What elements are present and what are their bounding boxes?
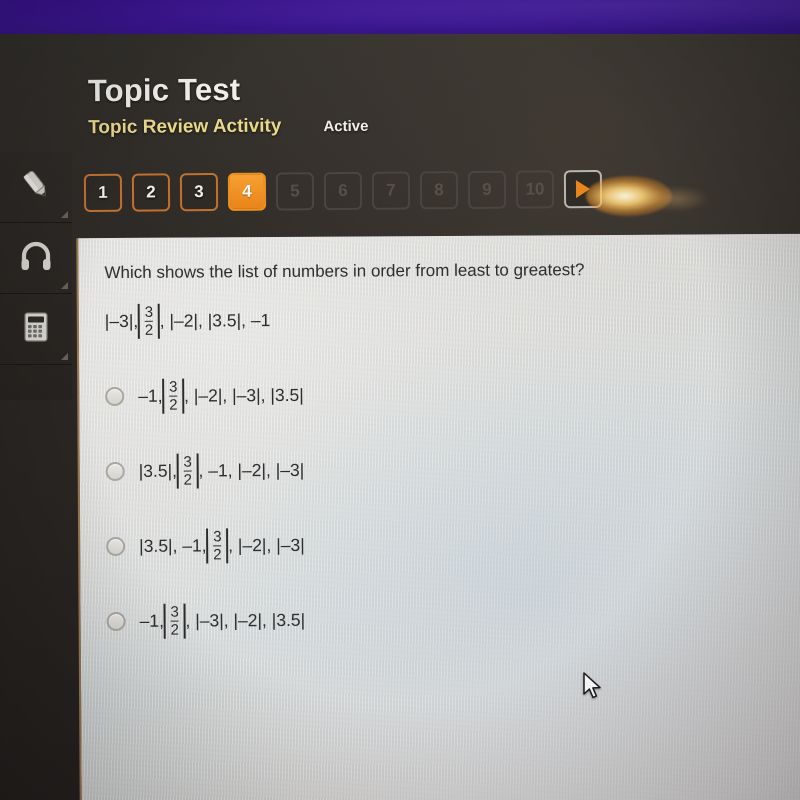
pager-item-1[interactable]: 1 xyxy=(83,173,123,213)
fraction-numerator: 3 xyxy=(169,378,178,396)
abs-bar-left xyxy=(162,378,165,414)
option-after: , –1, |–2|, |–3| xyxy=(198,459,305,481)
pager-label: 7 xyxy=(386,180,396,200)
header: Topic Test Topic Review Activity Active xyxy=(87,71,369,139)
pager-label: 5 xyxy=(290,181,300,201)
fraction: 3 2 xyxy=(180,454,195,489)
device-screen-photo: Topic Test Topic Review Activity Active … xyxy=(0,0,800,800)
pager-item-2[interactable]: 2 xyxy=(131,173,171,212)
option-before: –1, xyxy=(139,610,164,631)
absolute-value-fraction: 3 2 xyxy=(138,303,160,339)
fraction-denominator: 2 xyxy=(170,620,179,639)
question-prompt: Which shows the list of numbers in order… xyxy=(104,260,585,283)
pager-label: 3 xyxy=(194,182,204,202)
fraction-denominator: 2 xyxy=(144,320,154,339)
fraction: 3 2 xyxy=(210,528,225,563)
pager-item-10[interactable]: 10 xyxy=(515,170,555,209)
pager-item-7[interactable]: 7 xyxy=(371,171,411,210)
radio-button[interactable] xyxy=(106,612,126,632)
next-question-button[interactable] xyxy=(563,169,603,209)
header-subrow: Topic Review Activity Active xyxy=(88,114,368,138)
statement-before: |–3|, xyxy=(104,310,139,332)
fraction-numerator: 3 xyxy=(183,453,192,471)
option-a[interactable]: –1, 3 2 , |–2|, |–3|, |3.5| xyxy=(105,375,783,414)
pager-label: 10 xyxy=(525,179,545,199)
answer-options: –1, 3 2 , |–2|, |–3|, |3.5| |3.5|, 3 2 ,… xyxy=(105,375,785,639)
next-arrow-icon xyxy=(575,180,591,199)
option-d[interactable]: –1, 3 2 , |–3|, |–2|, |3.5| xyxy=(106,600,785,639)
option-before: |3.5|, –1, xyxy=(139,535,207,556)
statement-after: , |–2|, |3.5|, –1 xyxy=(159,310,271,331)
pager-label: 4 xyxy=(242,181,252,201)
option-b[interactable]: |3.5|, 3 2 , –1, |–2|, |–3| xyxy=(105,450,784,489)
option-text: |3.5|, –1, 3 2 , |–2|, |–3| xyxy=(139,528,305,564)
option-before: |3.5|, xyxy=(138,460,178,481)
pencil-icon xyxy=(16,165,56,210)
fraction-numerator: 3 xyxy=(213,528,222,546)
sidebar-item-audio[interactable] xyxy=(0,223,72,294)
fraction: 3 2 xyxy=(142,304,157,339)
option-c[interactable]: |3.5|, –1, 3 2 , |–2|, |–3| xyxy=(106,525,784,564)
fraction-numerator: 3 xyxy=(170,603,179,621)
corner-indicator xyxy=(61,211,68,218)
tool-rail xyxy=(0,152,72,400)
page-title: Topic Test xyxy=(87,71,241,109)
option-after: , |–2|, |–3|, |3.5| xyxy=(184,384,304,406)
pager-item-6[interactable]: 6 xyxy=(323,171,363,211)
question-pager: 1 2 3 4 5 6 7 8 9 10 xyxy=(83,169,603,213)
abs-bar-left xyxy=(206,528,209,564)
radio-button[interactable] xyxy=(106,537,126,557)
activity-subtitle: Topic Review Activity xyxy=(88,115,282,138)
abs-bar-left xyxy=(163,603,166,639)
radio-button[interactable] xyxy=(105,387,125,407)
pager-item-3[interactable]: 3 xyxy=(179,172,219,212)
fraction-denominator: 2 xyxy=(183,470,193,489)
absolute-value-fraction: 3 2 xyxy=(163,603,186,639)
sidebar-item-highlighter[interactable] xyxy=(0,152,72,223)
pager-item-8[interactable]: 8 xyxy=(419,171,459,210)
pager-label: 9 xyxy=(482,179,492,199)
absolute-value-fraction: 3 2 xyxy=(176,453,199,489)
pager-item-9[interactable]: 9 xyxy=(467,170,507,210)
fraction-denominator: 2 xyxy=(169,395,178,414)
option-before: –1, xyxy=(138,385,163,406)
corner-indicator xyxy=(61,353,68,360)
fraction: 3 2 xyxy=(166,379,181,414)
pager-label: 8 xyxy=(434,180,444,200)
mouse-cursor xyxy=(583,672,605,707)
calculator-icon xyxy=(16,307,56,352)
headphones-icon xyxy=(16,236,56,281)
pager-label: 6 xyxy=(338,180,348,201)
pager-label: 1 xyxy=(98,182,108,202)
corner-indicator xyxy=(61,282,68,289)
pager-item-4[interactable]: 4 xyxy=(227,172,267,211)
pager-label: 2 xyxy=(146,182,156,202)
status-badge: Active xyxy=(323,117,369,135)
option-text: |3.5|, 3 2 , –1, |–2|, |–3| xyxy=(139,453,305,489)
absolute-value-fraction: 3 2 xyxy=(206,528,229,564)
radio-button[interactable] xyxy=(105,462,125,482)
question-panel: Which shows the list of numbers in order… xyxy=(76,233,800,800)
option-after: , |–2|, |–3| xyxy=(228,534,305,556)
option-text: –1, 3 2 , |–2|, |–3|, |3.5| xyxy=(138,378,304,414)
abs-bar-left xyxy=(176,453,179,489)
option-text: –1, 3 2 , |–3|, |–2|, |3.5| xyxy=(140,603,306,639)
abs-bar-left xyxy=(138,303,140,339)
absolute-value-fraction: 3 2 xyxy=(162,378,185,414)
question-statement: |–3|, 3 2 , |–2|, |3.5|, –1 xyxy=(105,300,783,339)
fraction-numerator: 3 xyxy=(144,303,154,321)
sidebar-item-calculator[interactable] xyxy=(0,294,72,365)
option-after: , |–3|, |–2|, |3.5| xyxy=(185,609,306,631)
fraction: 3 2 xyxy=(167,604,182,639)
fraction-denominator: 2 xyxy=(213,545,222,564)
pager-item-5[interactable]: 5 xyxy=(275,172,315,211)
